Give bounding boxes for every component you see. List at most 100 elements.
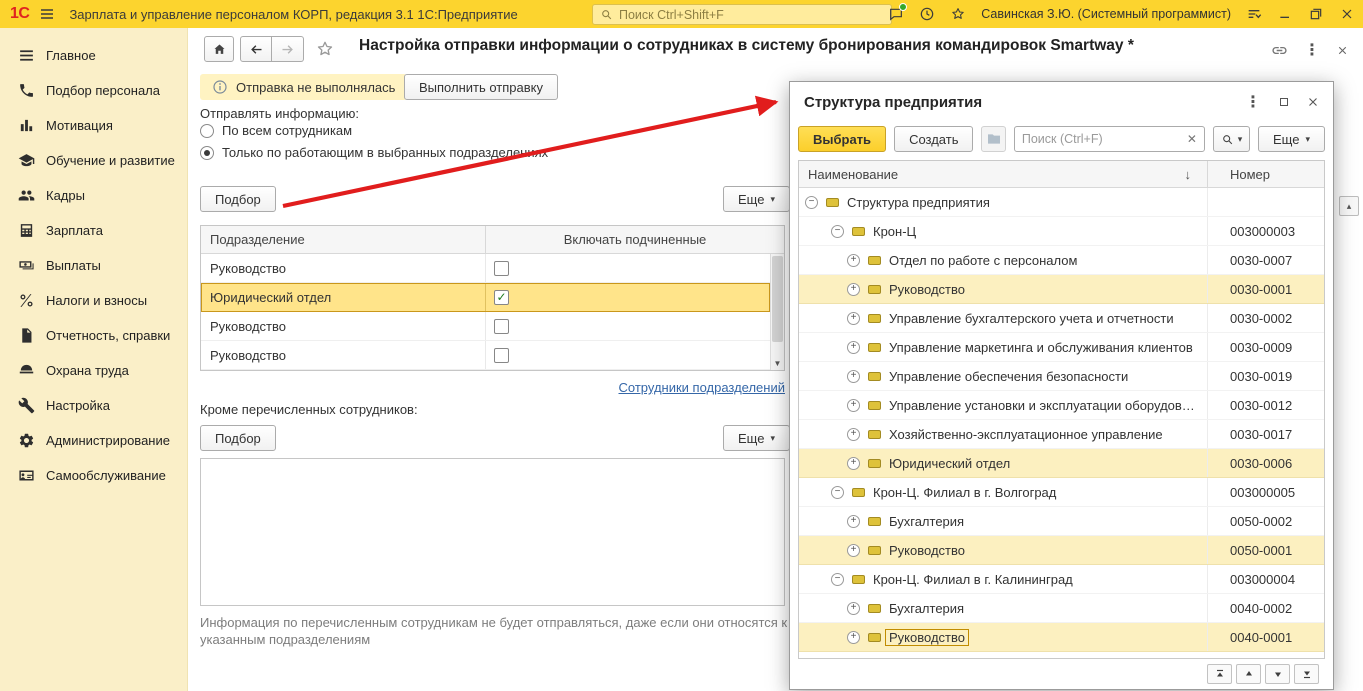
dialog-close-icon[interactable] (1307, 96, 1319, 108)
expand-icon[interactable]: + (847, 543, 860, 557)
collapse-icon[interactable]: − (831, 224, 844, 238)
restore-window-icon[interactable] (1308, 6, 1324, 22)
get-link-icon[interactable] (1271, 42, 1288, 59)
column-header-include-subordinates[interactable]: Включать подчиненные (486, 226, 784, 253)
tree-row[interactable]: + Руководство 0040-0001 (799, 623, 1324, 652)
tree-row[interactable]: + Бухгалтерия 0050-0002 (799, 507, 1324, 536)
tree-row[interactable]: + Управление маркетинга и обслуживания кл… (799, 333, 1324, 362)
sidebar-item-ohrana-truda[interactable]: Охрана труда (0, 353, 187, 388)
expand-icon[interactable]: + (847, 630, 860, 644)
excluded-employees-list[interactable] (200, 458, 785, 606)
more-employees-button[interactable]: Еще ▾ (723, 425, 790, 451)
pick-departments-button[interactable]: Подбор (200, 186, 276, 212)
tree-row[interactable]: − Крон-Ц 003000003 (799, 217, 1324, 246)
radio-option-0[interactable]: По всем сотрудникам (200, 123, 352, 138)
tree-row[interactable]: + Управление обеспечения безопасности 0030… (799, 362, 1324, 391)
search-options-button[interactable]: ▾ (1212, 126, 1251, 152)
tree-row[interactable]: − Структура предприятия (799, 188, 1324, 217)
sidebar-item-samoobsluzhivanie[interactable]: Самообслуживание (0, 458, 187, 493)
sidebar-item-nalogi-i-vznosy[interactable]: Налоги и взносы (0, 283, 187, 318)
scroll-down-icon[interactable]: ▼ (771, 359, 784, 369)
expand-icon[interactable]: + (847, 253, 860, 267)
expand-icon[interactable]: + (847, 282, 860, 296)
sidebar-item-obuchenie-i-razvitie[interactable]: Обучение и развитие (0, 143, 187, 178)
column-header-department[interactable]: Подразделение (201, 226, 486, 253)
clear-search-icon[interactable]: ✕ (1187, 132, 1197, 146)
expand-icon[interactable]: + (847, 311, 860, 325)
more-menu-icon[interactable]: ⋮ (1304, 40, 1320, 60)
dialog-more-menu-icon[interactable]: ⋮ (1245, 92, 1261, 112)
collapse-icon[interactable]: − (831, 572, 844, 586)
go-down-button[interactable] (1265, 664, 1290, 684)
sidebar-item-administrirovanie[interactable]: Администрирование (0, 423, 187, 458)
global-search[interactable] (592, 4, 892, 25)
tree-row[interactable]: + Управление бухгалтерского учета и отчет… (799, 304, 1324, 333)
scrollbar-thumb[interactable] (772, 256, 783, 342)
service-menu-icon[interactable] (1246, 6, 1262, 22)
include-subordinates-checkbox[interactable] (494, 289, 509, 305)
dialog-search-input[interactable] (1021, 132, 1183, 146)
sidebar-item-kadry[interactable]: Кадры (0, 178, 187, 213)
table-row[interactable]: Руководство (201, 312, 770, 341)
minimize-icon[interactable] (1277, 6, 1293, 22)
table-row[interactable]: Руководство (201, 254, 770, 283)
forward-button[interactable] (272, 36, 304, 62)
execute-send-button[interactable]: Выполнить отправку (404, 74, 559, 100)
main-menu-icon[interactable] (39, 6, 55, 22)
create-group-folder-icon[interactable] (981, 126, 1006, 152)
table-scrollbar[interactable]: ▼ (770, 254, 784, 370)
go-to-top-button[interactable] (1207, 664, 1232, 684)
go-to-bottom-button[interactable] (1294, 664, 1319, 684)
tree-row[interactable]: + Руководство 0030-0001 (799, 275, 1324, 304)
table-row[interactable]: Руководство (201, 341, 770, 370)
back-button[interactable] (240, 36, 272, 62)
tree-row[interactable]: − Крон-Ц. Филиал в г. Волгоград 003000005 (799, 478, 1324, 507)
department-employees-link[interactable]: Сотрудники подразделений (200, 380, 786, 395)
expand-icon[interactable]: + (847, 398, 860, 412)
sidebar-item-glavnoe[interactable]: Главное (0, 38, 187, 73)
sidebar-item-zarplata[interactable]: Зарплата (0, 213, 187, 248)
dialog-search[interactable]: ✕ (1013, 126, 1205, 152)
dialog-more-button[interactable]: Еще ▾ (1258, 126, 1325, 152)
close-icon[interactable] (1339, 6, 1355, 22)
notifications-icon[interactable] (888, 3, 908, 22)
expand-icon[interactable]: + (847, 456, 860, 470)
home-button[interactable] (204, 36, 234, 62)
expand-icon[interactable]: + (847, 340, 860, 354)
expand-icon[interactable]: + (847, 369, 860, 383)
include-subordinates-checkbox[interactable] (494, 260, 509, 276)
include-subordinates-checkbox[interactable] (494, 347, 509, 363)
expand-icon[interactable]: + (847, 427, 860, 441)
sidebar-item-podbor-personala[interactable]: Подбор персонала (0, 73, 187, 108)
form-scroll-button[interactable]: ▴ (1339, 196, 1359, 216)
global-search-input[interactable] (619, 7, 884, 22)
table-row[interactable]: Юридический отдел (201, 283, 770, 312)
sidebar-item-motivatsiya[interactable]: Мотивация (0, 108, 187, 143)
close-form-icon[interactable] (1336, 44, 1349, 57)
history-icon[interactable] (919, 6, 935, 22)
tree-row[interactable]: + Юридический отдел 0030-0006 (799, 449, 1324, 478)
column-header-number[interactable]: Номер (1207, 161, 1324, 187)
column-header-name[interactable]: Наименование ↓ (799, 161, 1207, 187)
select-button[interactable]: Выбрать (798, 126, 887, 152)
dialog-maximize-icon[interactable] (1278, 96, 1290, 108)
tree-row[interactable]: + Бухгалтерия 0040-0002 (799, 594, 1324, 623)
sidebar-item-vyplaty[interactable]: Выплаты (0, 248, 187, 283)
include-subordinates-checkbox[interactable] (494, 318, 509, 334)
sidebar-item-nastroyka[interactable]: Настройка (0, 388, 187, 423)
collapse-icon[interactable]: − (831, 485, 844, 499)
go-up-button[interactable] (1236, 664, 1261, 684)
current-user[interactable]: Савинская З.Ю. (Системный программист) (981, 7, 1231, 21)
favorite-form-star-icon[interactable] (315, 39, 335, 59)
expand-icon[interactable]: + (847, 514, 860, 528)
sidebar-item-otchetnost-spravki[interactable]: Отчетность, справки (0, 318, 187, 353)
more-departments-button[interactable]: Еще ▾ (723, 186, 790, 212)
tree-row[interactable]: + Хозяйственно-эксплуатационное управлени… (799, 420, 1324, 449)
pick-employees-button[interactable]: Подбор (200, 425, 276, 451)
favorites-star-icon[interactable] (950, 6, 966, 22)
collapse-icon[interactable]: − (805, 195, 818, 209)
expand-icon[interactable]: + (847, 601, 860, 615)
tree-row[interactable]: + Управление установки и эксплуатации обо… (799, 391, 1324, 420)
tree-row[interactable]: + Руководство 0050-0001 (799, 536, 1324, 565)
radio-option-1[interactable]: Только по работающим в выбранных подразд… (200, 145, 548, 160)
